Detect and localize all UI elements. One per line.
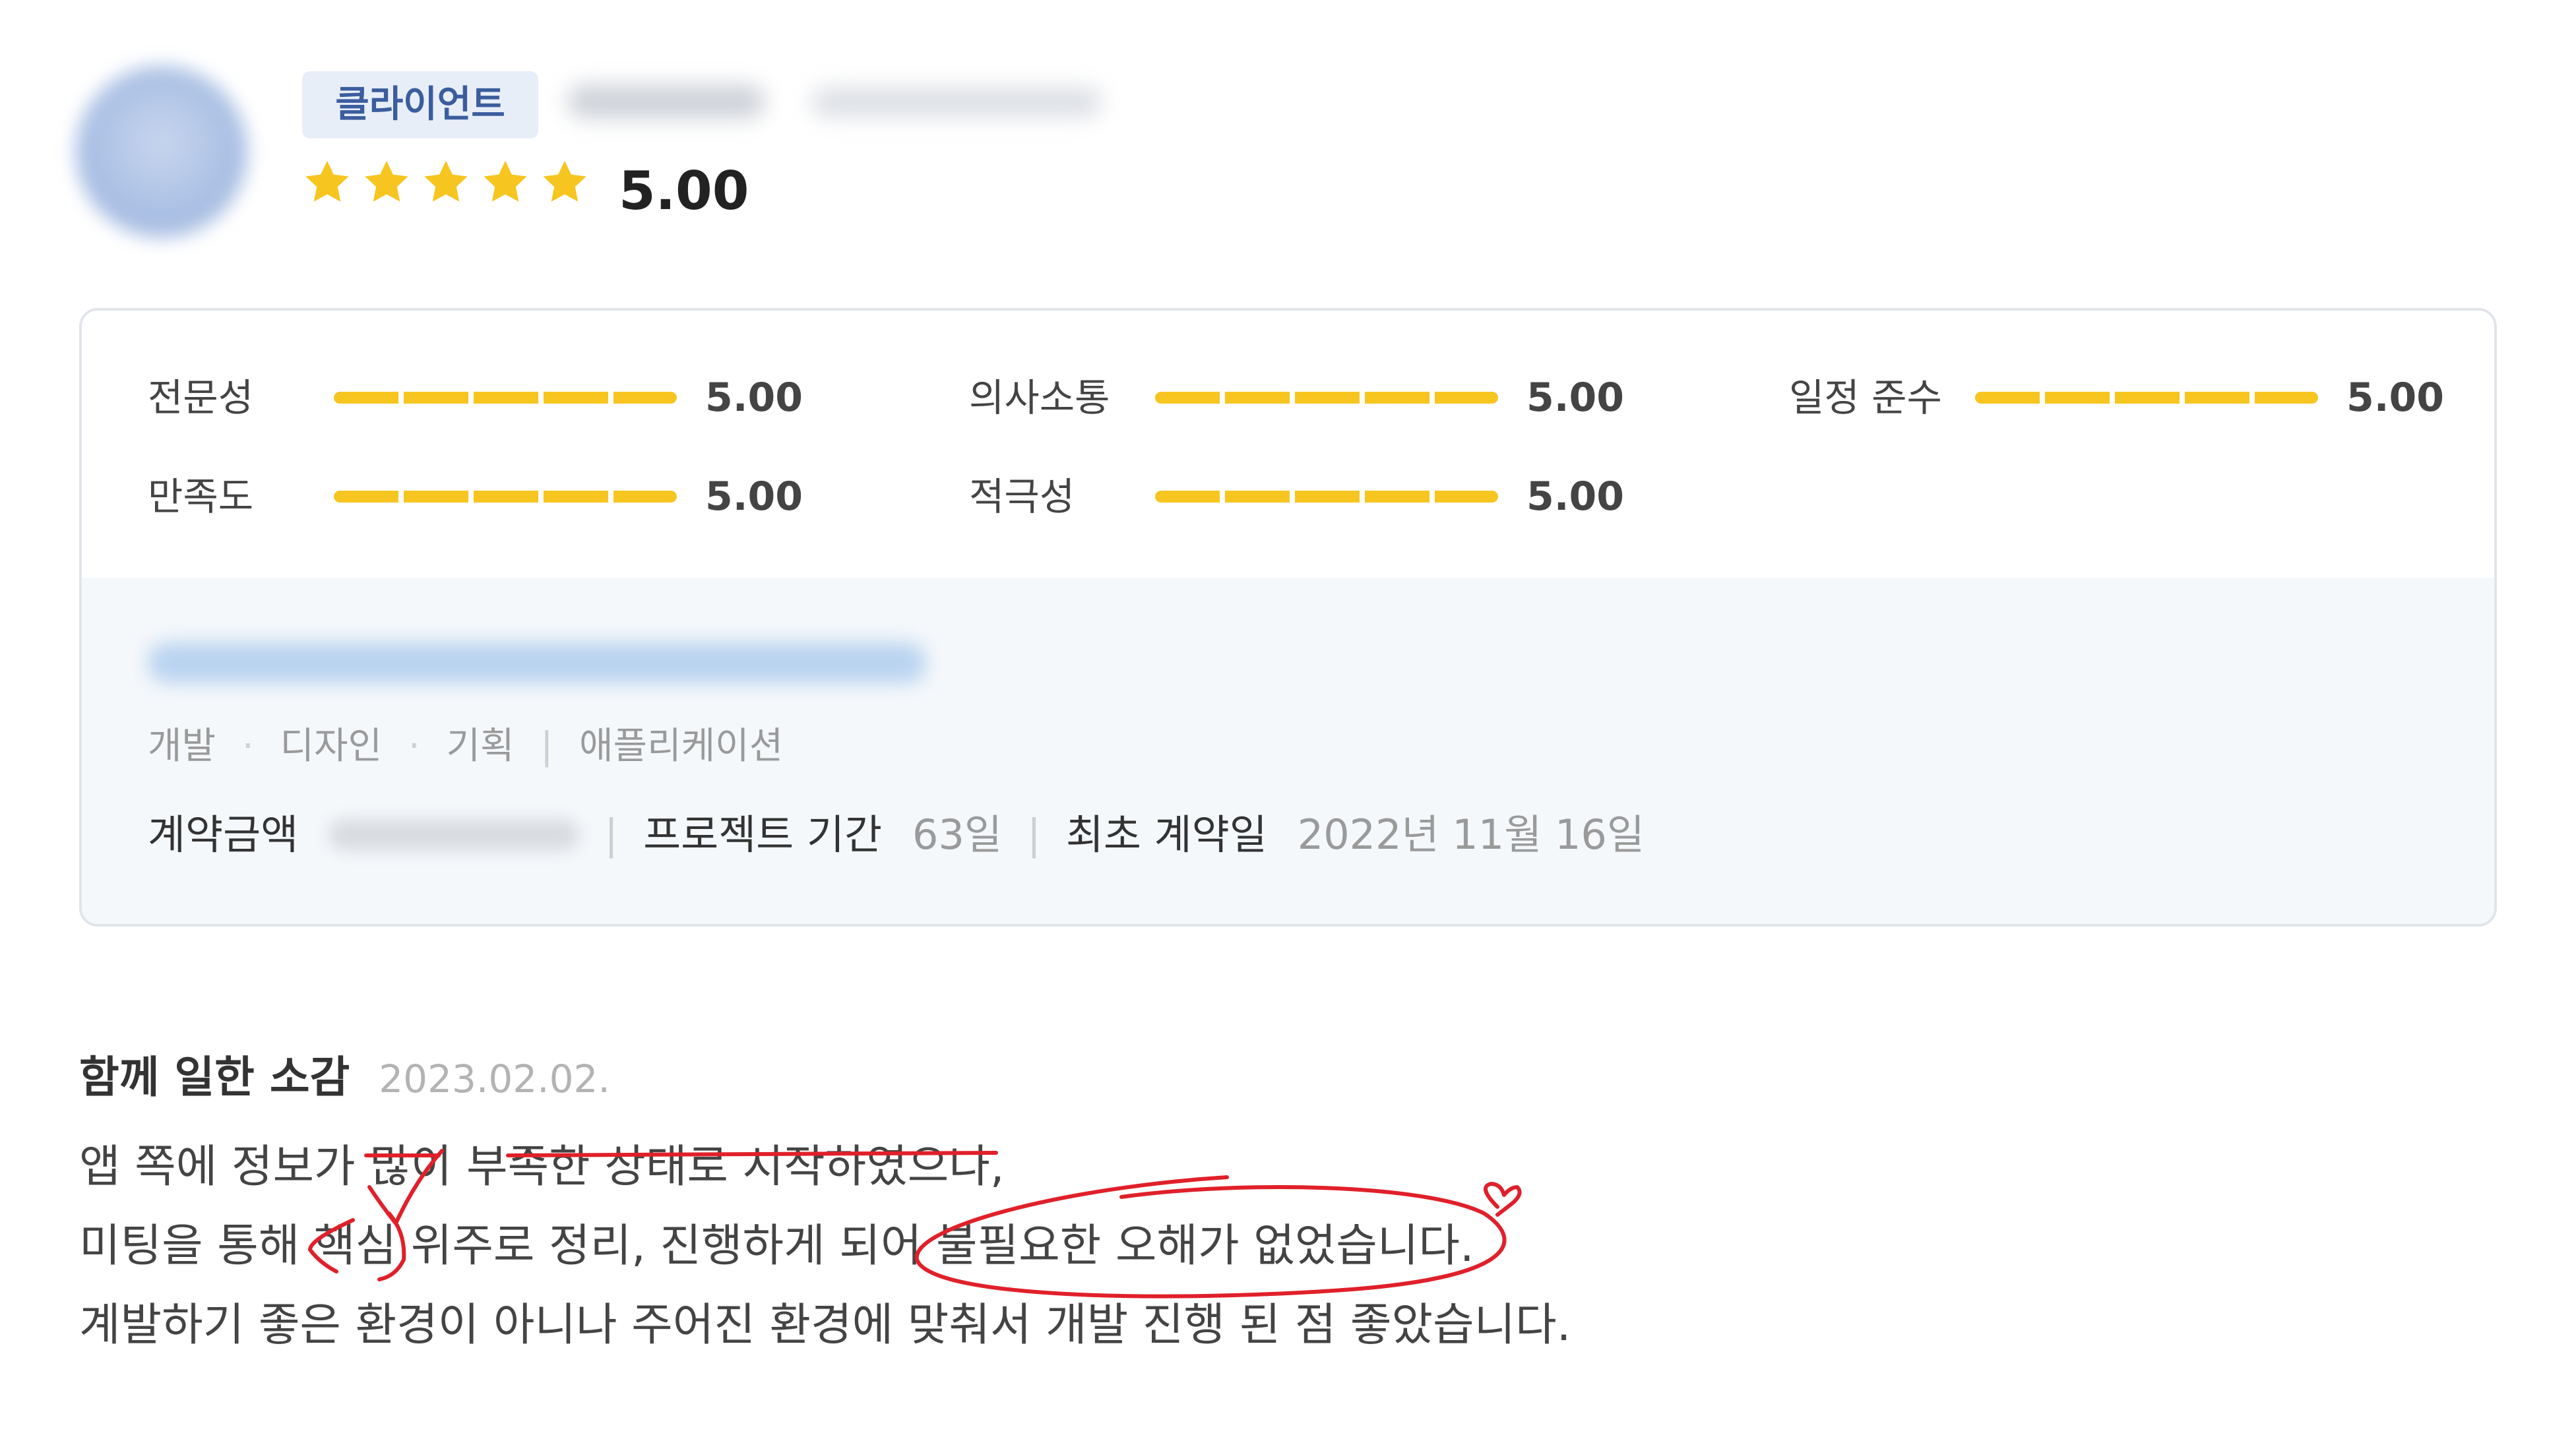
category-design: 디자인 <box>280 725 383 768</box>
redacted-client-meta <box>811 87 1102 117</box>
category-planning: 기획 <box>446 725 515 768</box>
metric-label: 일정 준수 <box>1789 375 1942 420</box>
divider: | <box>604 811 619 859</box>
avatar <box>76 66 247 237</box>
redacted-client-name <box>567 84 765 119</box>
metric-value: 5.00 <box>2346 375 2445 421</box>
review-line: 앱 쪽에 정보가 많이 부족한 상태로 시작하였으나, <box>79 1141 1005 1193</box>
metric-label: 만족도 <box>148 474 254 519</box>
metric-bar-fill <box>334 491 677 503</box>
metric-label: 적극성 <box>969 474 1075 519</box>
metric-bar-fill <box>334 392 677 404</box>
star-icon <box>361 157 412 223</box>
contract-details: 계약금액 | 프로젝트 기간 63일 | 최초 계약일 2022년 11월 16… <box>148 809 1645 861</box>
role-badge: 클라이언트 <box>302 71 538 138</box>
metric-bar <box>1155 491 1498 503</box>
category-separator: · <box>241 725 254 768</box>
duration-value: 63일 <box>912 811 1002 859</box>
metric-bar-fill <box>1975 392 2318 404</box>
redacted-contract-amount <box>329 819 580 851</box>
metric-bar-fill <box>1155 491 1498 503</box>
divider: | <box>1026 811 1041 859</box>
review-line: 계발하기 좋은 환경이 아니나 주어진 환경에 맞춰서 개발 진행 된 점 좋았… <box>79 1299 1571 1351</box>
duration-label: 프로젝트 기간 <box>643 811 883 859</box>
project-info: 개발 · 디자인 · 기획 | 애플리케이션 계약금액 | 프로젝트 기간 63… <box>82 578 2494 924</box>
star-icon <box>480 157 530 223</box>
review-title: 함께 일한 소감 <box>79 1052 350 1103</box>
metric-list: 전문성 5.00 의사소통 5.00 일정 준수 5.00 만족도 5.00 적… <box>82 311 2494 578</box>
first-contract-label: 최초 계약일 <box>1065 811 1267 859</box>
category-dev: 개발 <box>148 725 216 768</box>
divider: | <box>540 725 553 768</box>
review-line: 미팅을 통해 핵심 위주로 정리, 진행하게 되어 불필요한 오해가 없었습니다… <box>79 1220 1474 1272</box>
star-icon <box>421 157 471 223</box>
metric-bar <box>1975 392 2318 404</box>
metric-label: 의사소통 <box>969 375 1110 420</box>
metric-value: 5.00 <box>1526 474 1625 520</box>
overall-score: 5.00 <box>619 160 749 222</box>
metric-bar-fill <box>1155 392 1498 404</box>
review-page: 클라이언트 5.00 전문성 5.00 의사소통 5.00 일정 준수 5.00… <box>0 0 2576 1441</box>
metric-value: 5.00 <box>705 474 803 520</box>
score-card: 전문성 5.00 의사소통 5.00 일정 준수 5.00 만족도 5.00 적… <box>79 308 2497 927</box>
star-icon <box>302 157 352 223</box>
metric-value: 5.00 <box>1526 375 1625 421</box>
category-separator: · <box>408 725 420 768</box>
star-rating <box>302 157 590 223</box>
metric-value: 5.00 <box>705 375 803 421</box>
review-date: 2023.02.02. <box>379 1057 610 1101</box>
metric-label: 전문성 <box>148 375 254 420</box>
project-categories: 개발 · 디자인 · 기획 | 애플리케이션 <box>148 720 783 773</box>
review-header: 함께 일한 소감 2023.02.02. <box>79 1042 610 1108</box>
project-platform: 애플리케이션 <box>579 725 784 768</box>
star-icon <box>540 157 590 223</box>
review-text: 앱 쪽에 정보가 많이 부족한 상태로 시작하였으나, 미팅을 통해 핵심 위주… <box>79 1128 2388 1365</box>
redacted-project-title[interactable] <box>148 642 926 683</box>
metric-bar <box>1155 392 1498 404</box>
first-contract-value: 2022년 11월 16일 <box>1297 811 1645 859</box>
metric-bar <box>334 392 677 404</box>
contract-amount-label: 계약금액 <box>148 811 299 859</box>
metric-bar <box>334 491 677 503</box>
